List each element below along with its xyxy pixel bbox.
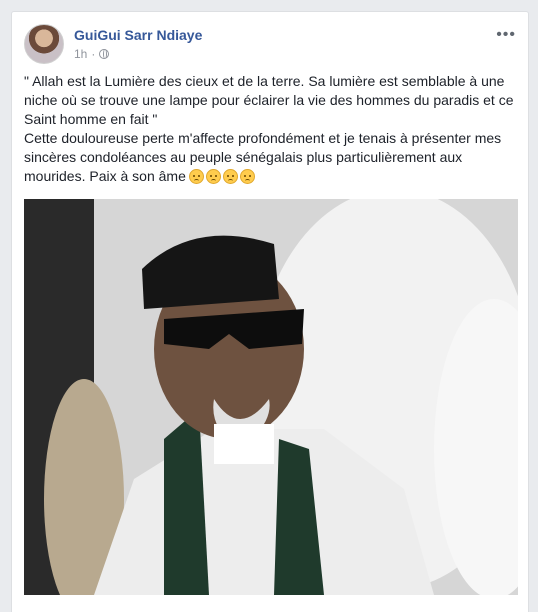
emoji-group (188, 169, 255, 184)
post-card: GuiGui Sarr Ndiaye 1h · ••• " Allah est … (11, 11, 529, 612)
post-header: GuiGui Sarr Ndiaye 1h · ••• (24, 24, 516, 66)
globe-icon (99, 49, 110, 59)
crying-face-icon (239, 169, 255, 184)
more-options-icon[interactable]: ••• (496, 26, 516, 44)
avatar[interactable] (24, 24, 64, 64)
author-name[interactable]: GuiGui Sarr Ndiaye (74, 27, 202, 43)
timestamp[interactable]: 1h (74, 47, 87, 61)
post-meta: 1h · (74, 47, 110, 61)
crying-face-icon (205, 169, 221, 184)
post-message-text: Cette douloureuse perte m'affecte profon… (24, 130, 502, 184)
post-message: Cette douloureuse perte m'affecte profon… (24, 129, 518, 186)
post-text: " Allah est la Lumière des cieux et de l… (24, 72, 518, 186)
crying-face-icon (188, 169, 204, 184)
post-actions (24, 602, 516, 612)
crying-face-icon (222, 169, 238, 184)
photo-image (24, 199, 518, 595)
post-photo[interactable] (24, 199, 518, 595)
post-quote: " Allah est la Lumière des cieux et de l… (24, 73, 514, 127)
